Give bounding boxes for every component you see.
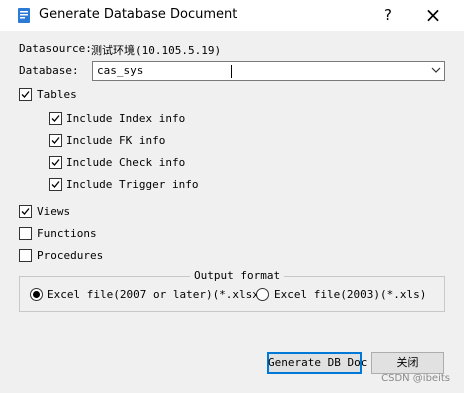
include-fk-checkbox[interactable] <box>49 134 62 147</box>
views-label: Views <box>37 205 71 218</box>
tables-label: Tables <box>37 88 77 101</box>
views-checkbox[interactable] <box>19 205 32 218</box>
procedures-label: Procedures <box>37 249 104 262</box>
xlsx-radio-label[interactable]: Excel file(2007 or later)(*.xlsx) <box>47 288 266 301</box>
functions-label: Functions <box>37 227 97 240</box>
watermark: CSDN @ibeits <box>381 373 450 384</box>
functions-checkbox[interactable] <box>19 227 32 240</box>
chevron-down-icon[interactable] <box>431 65 441 78</box>
radio-selected-dot <box>33 291 40 298</box>
generate-db-doc-button[interactable]: Generate DB Doc <box>267 352 367 374</box>
close-button[interactable]: 关闭 <box>371 352 444 374</box>
database-label: Database: <box>19 64 79 77</box>
help-button[interactable]: ? <box>374 4 402 26</box>
xls-radio[interactable] <box>256 288 269 301</box>
include-trigger-label: Include Trigger info <box>66 178 199 191</box>
datasource-value: 测试环境(10.105.5.19) <box>91 44 222 57</box>
close-window-button[interactable]: × <box>419 4 447 26</box>
tables-checkbox[interactable] <box>19 88 32 101</box>
title-bar: Generate Database Document ? × <box>0 0 464 31</box>
datasource-label: Datasource: <box>19 42 92 55</box>
output-format-legend: Output format <box>190 269 285 282</box>
include-index-label: Include Index info <box>66 112 186 125</box>
xls-radio-label[interactable]: Excel file(2003)(*.xls) <box>274 288 426 301</box>
database-select-value: cas_sys <box>97 64 144 77</box>
include-fk-label: Include FK info <box>66 134 166 147</box>
include-index-checkbox[interactable] <box>49 112 62 125</box>
procedures-checkbox[interactable] <box>19 249 32 262</box>
xlsx-radio[interactable] <box>30 288 43 301</box>
include-check-checkbox[interactable] <box>49 156 62 169</box>
document-app-icon <box>17 8 32 23</box>
text-cursor <box>231 65 232 78</box>
include-trigger-checkbox[interactable] <box>49 178 62 191</box>
database-select[interactable]: cas_sys <box>92 61 445 81</box>
include-check-label: Include Check info <box>66 156 186 169</box>
window-title: Generate Database Document <box>39 7 238 22</box>
